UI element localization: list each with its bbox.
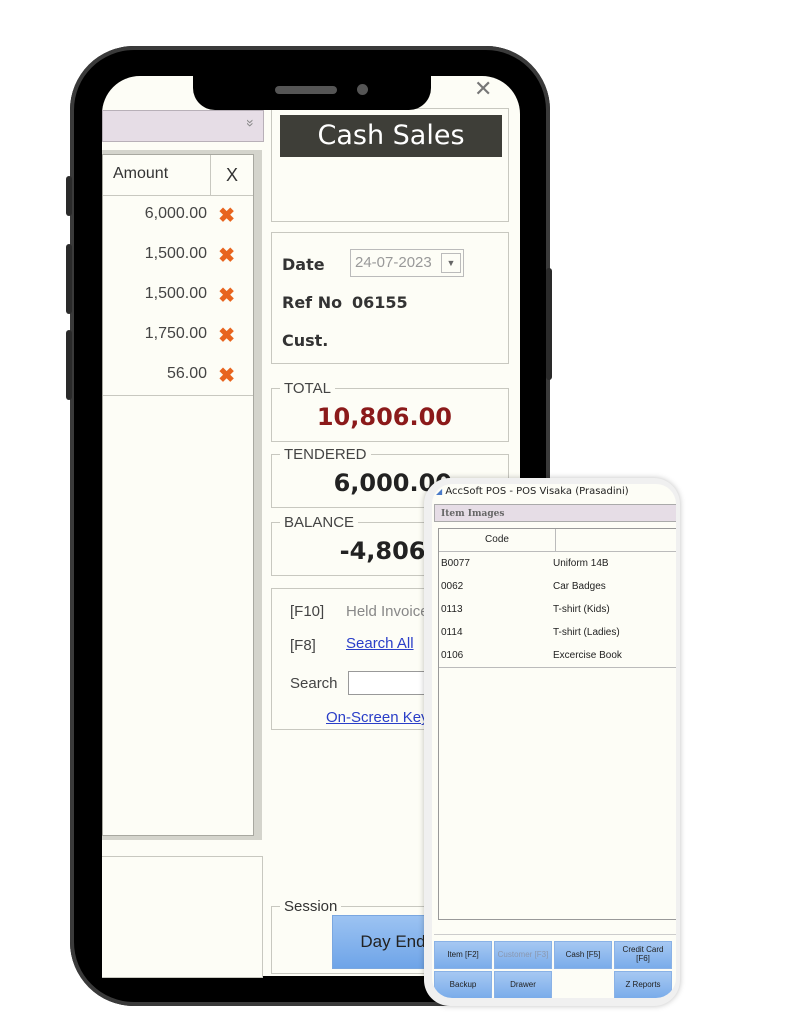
phone-notch xyxy=(193,76,431,110)
backup-button[interactable]: Backup xyxy=(434,971,492,998)
delete-row-icon[interactable]: ✖ xyxy=(218,283,235,308)
bottom-left-panel xyxy=(102,856,263,978)
item-description: Car Badges xyxy=(553,581,606,592)
date-value: 24-07-2023 xyxy=(355,254,432,271)
table-row[interactable]: 1,500.00 ✖ xyxy=(103,245,253,285)
grid-divider xyxy=(439,667,676,668)
grid-header: Amount X xyxy=(103,155,253,196)
app-icon: ◢ xyxy=(436,487,443,496)
amount-cell: 1,500.00 xyxy=(144,245,207,262)
item-description: Uniform 14B xyxy=(553,558,609,569)
line-items-grid: Amount X 6,000.00 ✖ 1,500.00 ✖ 1,500.00 … xyxy=(102,154,254,836)
table-row[interactable]: 1,500.00 ✖ xyxy=(103,285,253,325)
delete-row-icon[interactable]: ✖ xyxy=(218,243,235,268)
drawer-button[interactable]: Drawer xyxy=(494,971,552,998)
amount-cell: 1,500.00 xyxy=(144,285,207,302)
table-row[interactable]: 6,000.00 ✖ xyxy=(103,205,253,245)
dropdown-arrow-icon[interactable]: ▼ xyxy=(441,253,461,273)
f8-key-label: [F8] xyxy=(290,637,316,654)
page-title: Cash Sales xyxy=(280,115,502,157)
title-panel: Cash Sales xyxy=(271,108,509,222)
item-code: B0077 xyxy=(441,558,470,569)
tendered-label: TENDERED xyxy=(280,446,371,463)
total-value: 10,806.00 xyxy=(316,403,452,431)
total-label: TOTAL xyxy=(280,380,335,397)
item-description: Excercise Book xyxy=(553,650,622,661)
window-title: ◢ AccSoft POS - POS Visaka (Prasadini) xyxy=(436,486,629,497)
f10-key-label: [F10] xyxy=(290,603,325,620)
date-label: Date xyxy=(282,255,325,274)
item-f2-button[interactable]: Item [F2] xyxy=(434,941,492,969)
phone-volume-up xyxy=(66,244,72,314)
total-group: TOTAL 10,806.00 xyxy=(271,380,509,442)
camera-icon xyxy=(357,84,368,95)
z-reports-button[interactable]: Z Reports xyxy=(614,971,672,998)
session-label: Session xyxy=(280,898,342,915)
delete-row-icon[interactable]: ✖ xyxy=(218,203,235,228)
item-code: 0114 xyxy=(441,627,463,638)
item-row[interactable]: 0114 T-shirt (Ladies) xyxy=(439,621,676,644)
item-grid-header: Code xyxy=(439,529,676,552)
amount-cell: 6,000.00 xyxy=(144,205,207,222)
ref-no-value: 06155 xyxy=(352,293,408,312)
item-row[interactable]: B0077 Uniform 14B xyxy=(439,552,676,575)
phone-power-button xyxy=(546,268,552,380)
item-row[interactable]: 0106 Excercise Book xyxy=(439,644,676,667)
customer-f3-button[interactable]: Customer [F3] xyxy=(494,941,552,969)
phone-mute-switch xyxy=(66,176,72,216)
balance-label: BALANCE xyxy=(280,514,359,531)
credit-card-f6-button[interactable]: Credit Card [F6] xyxy=(614,941,672,969)
close-window-button[interactable]: ✕ xyxy=(474,76,492,102)
expand-chevron-icon[interactable]: » xyxy=(243,119,259,127)
delete-column-header[interactable]: X xyxy=(210,155,253,195)
item-description: T-shirt (Kids) xyxy=(553,604,610,615)
mini-phone-screen: ◢ AccSoft POS - POS Visaka (Prasadini) I… xyxy=(432,484,676,998)
window-title-text: AccSoft POS - POS Visaka (Prasadini) xyxy=(445,486,629,497)
speaker-icon xyxy=(275,86,337,94)
item-description: T-shirt (Ladies) xyxy=(553,627,620,638)
ref-no-label: Ref No xyxy=(282,293,343,312)
delete-row-icon[interactable]: ✖ xyxy=(218,363,235,388)
table-row[interactable]: 1,750.00 ✖ xyxy=(103,325,253,365)
grid-body: 6,000.00 ✖ 1,500.00 ✖ 1,500.00 ✖ 1,750.0… xyxy=(103,205,253,396)
search-label: Search xyxy=(290,675,338,692)
held-invoices-link[interactable]: Held Invoices xyxy=(346,603,436,620)
amount-column-header[interactable]: Amount xyxy=(113,165,168,183)
invoice-info-panel: Date 24-07-2023 ▼ Ref No 06155 Cust. xyxy=(271,232,509,364)
code-column-header[interactable]: Code xyxy=(439,529,556,551)
phone-volume-down xyxy=(66,330,72,400)
date-picker[interactable]: 24-07-2023 ▼ xyxy=(350,249,464,277)
customer-label: Cust. xyxy=(282,331,329,350)
table-row[interactable]: 56.00 ✖ xyxy=(103,365,253,405)
item-code: 0062 xyxy=(441,581,464,592)
amount-cell: 56.00 xyxy=(166,365,207,382)
function-button-bar: Item [F2] Customer [F3] Cash [F5] Credit… xyxy=(434,934,676,998)
item-code: 0106 xyxy=(441,650,464,661)
cash-f5-button[interactable]: Cash [F5] xyxy=(554,941,612,969)
search-all-link[interactable]: Search All xyxy=(346,635,414,652)
delete-row-icon[interactable]: ✖ xyxy=(218,323,235,348)
mini-phone-frame: ◢ AccSoft POS - POS Visaka (Prasadini) I… xyxy=(424,478,680,1006)
item-row[interactable]: 0062 Car Badges xyxy=(439,575,676,598)
item-code: 0113 xyxy=(441,604,463,615)
grid-filter-bar: » xyxy=(102,110,264,142)
item-images-grid: Code B0077 Uniform 14B 0062 Car Badges 0… xyxy=(438,528,676,920)
amount-cell: 1,750.00 xyxy=(144,325,207,342)
tab-item-images[interactable]: Item Images xyxy=(434,504,676,522)
item-row[interactable]: 0113 T-shirt (Kids) xyxy=(439,598,676,621)
